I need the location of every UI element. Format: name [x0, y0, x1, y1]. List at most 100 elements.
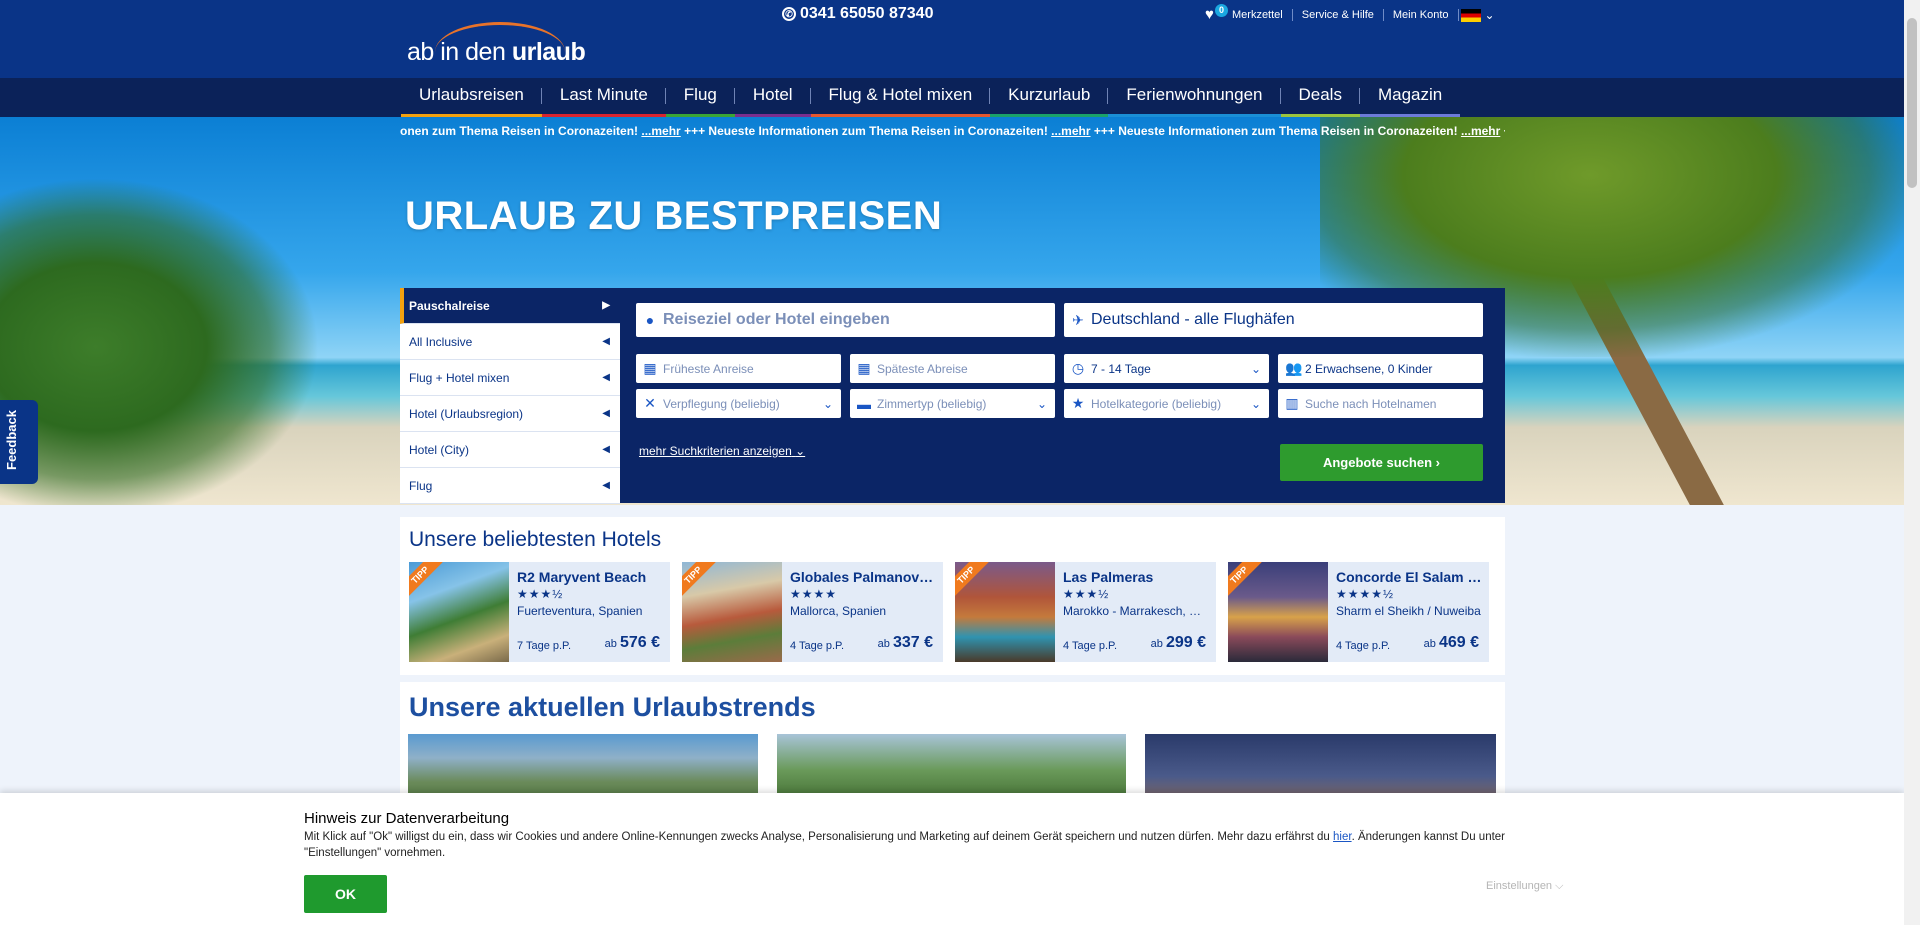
merkzettel-link[interactable]: Merkzettel — [1223, 9, 1293, 21]
ticker-more-link[interactable]: ...mehr — [1461, 124, 1500, 138]
hotel-category-select[interactable]: ★ Hotelkategorie (beliebig) ⌄ — [1064, 389, 1269, 418]
scrollbar-thumb[interactable] — [1907, 18, 1917, 188]
hero-title: URLAUB ZU BESTPREISEN — [405, 194, 943, 238]
cookie-settings-link[interactable]: Einstellungen ⌵ — [1486, 880, 1563, 893]
logo[interactable]: ab in den urlaub — [405, 18, 586, 66]
tipp-badge: TIPP — [409, 562, 443, 598]
airplane-icon: ✈ — [1072, 311, 1084, 328]
chevron-down-icon[interactable]: ⌄ — [1485, 8, 1495, 22]
german-flag-icon[interactable] — [1460, 8, 1481, 22]
popular-hotels-section: Unsere beliebtesten Hotels TIPP R2 Maryv… — [400, 517, 1505, 675]
board-select[interactable]: ✕ Verpflegung (beliebig) ⌄ — [636, 389, 841, 418]
hotel-name: Las Palmeras — [1063, 569, 1154, 585]
tab-hotel-city[interactable]: Hotel (City) ◀ — [400, 432, 620, 468]
cookie-info-link[interactable]: hier — [1333, 831, 1352, 843]
hotel-stars: ★★★★ — [790, 587, 838, 601]
hotel-location: Marokko - Marrakesch, Marokko — [1063, 604, 1211, 618]
chevron-down-icon: ⌄ — [1250, 361, 1261, 376]
hotel-duration: 4 Tage p.P. — [1336, 640, 1391, 652]
nav-urlaubsreisen[interactable]: Urlaubsreisen — [401, 78, 542, 117]
hotel-image: TIPP — [409, 562, 509, 662]
hotel-price: ab 469 € — [1423, 634, 1479, 651]
departure-airport-input[interactable]: ✈ Deutschland - alle Flughäfen — [1064, 303, 1483, 337]
hotel-name: Concorde El Salam Sharm — [1336, 569, 1484, 585]
phone-icon: ✆ — [782, 7, 796, 21]
latest-date-input[interactable]: ▦ Späteste Abreise — [850, 354, 1055, 383]
search-offers-button[interactable]: Angebote suchen › — [1280, 444, 1483, 481]
scrollbar[interactable] — [1904, 0, 1920, 925]
phone-number: 0341 65050 87340 — [800, 5, 934, 22]
stars-icon: ★ — [1071, 395, 1085, 411]
nav-hotel[interactable]: Hotel — [734, 78, 811, 117]
hotel-stars: ★★★★½ — [1336, 587, 1395, 601]
tab-all-inclusive[interactable]: All Inclusive ◀ — [400, 324, 620, 360]
hotel-card[interactable]: TIPP Las Palmeras ★★★½ Marokko - Marrake… — [955, 562, 1216, 662]
ticker-more-link[interactable]: ...mehr — [641, 124, 680, 138]
cookie-banner: Hinweis zur Datenverarbeitung Mit Klick … — [0, 793, 1904, 925]
destination-input[interactable]: ● Reiseziel oder Hotel eingeben — [636, 303, 1055, 337]
hotel-price: ab 576 € — [604, 634, 660, 651]
hotel-card[interactable]: TIPP Globales Palmanova Palace ★★★★ Mall… — [682, 562, 943, 662]
cutlery-icon: ✕ — [644, 395, 656, 411]
feedback-tab[interactable]: Feedback — [0, 400, 38, 484]
hotel-stars: ★★★½ — [517, 587, 564, 601]
heart-icon[interactable]: ♥ 0 — [1205, 4, 1228, 23]
hotel-name: R2 Maryvent Beach — [517, 569, 647, 585]
nav-flug[interactable]: Flug — [665, 78, 735, 117]
room-type-select[interactable]: ▬ Zimmertyp (beliebig) ⌄ — [850, 389, 1055, 418]
bed-icon: ▬ — [857, 395, 871, 412]
nav-flug-hotel-mixen[interactable]: Flug & Hotel mixen — [810, 78, 991, 117]
hotel-image: TIPP — [955, 562, 1055, 662]
tab-pauschalreise[interactable]: Pauschalreise ▶ — [400, 288, 620, 324]
hotel-duration: 4 Tage p.P. — [1063, 640, 1118, 652]
travelers-select[interactable]: 👥 2 Erwachsene, 0 Kinder — [1278, 354, 1483, 383]
chevron-right-icon: › — [1435, 455, 1441, 470]
hotel-price: ab 337 € — [877, 634, 933, 651]
main-nav: Urlaubsreisen Last Minute Flug Hotel Flu… — [0, 78, 1904, 117]
hotel-duration: 4 Tage p.P. — [790, 640, 845, 652]
people-icon: 👥 — [1285, 360, 1303, 376]
tab-hotel-urlaubsregion[interactable]: Hotel (Urlaubsregion) ◀ — [400, 396, 620, 432]
nav-magazin[interactable]: Magazin — [1359, 78, 1461, 117]
hotel-card[interactable]: TIPP Concorde El Salam Sharm ★★★★½ Sharm… — [1228, 562, 1489, 662]
tipp-badge: TIPP — [682, 562, 716, 598]
duration-select[interactable]: ◷ 7 - 14 Tage ⌄ — [1064, 354, 1269, 383]
calendar-icon: ▦ — [643, 360, 657, 376]
hotel-location: Mallorca, Spanien — [790, 604, 887, 618]
cookie-ok-button[interactable]: OK — [304, 875, 387, 913]
top-header: ab in den urlaub ✆ 0341 65050 87340 ♥ 0 M… — [0, 0, 1904, 78]
chevron-down-icon: ⌄ — [1036, 396, 1047, 411]
tipp-badge: TIPP — [955, 562, 989, 598]
chevron-down-icon: ⌄ — [795, 444, 806, 458]
service-link[interactable]: Service & Hilfe — [1293, 9, 1384, 21]
nav-last-minute[interactable]: Last Minute — [541, 78, 666, 117]
hotel-image: TIPP — [682, 562, 782, 662]
chevron-down-icon: ⌄ — [1250, 396, 1261, 411]
hotel-name-input[interactable]: ▥ Suche nach Hotelnamen — [1278, 389, 1483, 418]
hotel-stars: ★★★½ — [1063, 587, 1110, 601]
hotline[interactable]: ✆ 0341 65050 87340 — [782, 5, 933, 23]
hotel-location: Fuerteventura, Spanien — [517, 604, 643, 618]
tipp-badge: TIPP — [1228, 562, 1262, 598]
hotel-duration: 7 Tage p.P. — [517, 640, 572, 652]
hotel-price: ab 299 € — [1150, 634, 1206, 651]
tab-flug[interactable]: Flug ◀ — [400, 468, 620, 504]
cookie-text: Mit Klick auf "Ok" willigst du ein, dass… — [304, 831, 1506, 859]
search-type-menu: Pauschalreise ▶ All Inclusive ◀ Flug + Hot… — [400, 288, 620, 504]
section-title: Unsere beliebtesten Hotels — [409, 528, 662, 551]
search-panel: Pauschalreise ▶ All Inclusive ◀ Flug + Hot… — [400, 288, 1505, 504]
more-criteria-link[interactable]: mehr Suchkriterien anzeigen ⌄ — [639, 444, 805, 458]
calendar-icon: ▦ — [857, 360, 871, 376]
earliest-date-input[interactable]: ▦ Früheste Anreise — [636, 354, 841, 383]
nav-kurzurlaub[interactable]: Kurzurlaub — [990, 78, 1109, 117]
hotel-card[interactable]: TIPP R2 Maryvent Beach ★★★½ Fuerteventur… — [409, 562, 670, 662]
nav-ferienwohnungen[interactable]: Ferienwohnungen — [1108, 78, 1281, 117]
clock-icon: ◷ — [1071, 360, 1085, 376]
location-pin-icon: ● — [645, 312, 655, 328]
nav-deals[interactable]: Deals — [1280, 78, 1361, 117]
hero-image-palms-left — [0, 177, 320, 505]
ticker-more-link[interactable]: ...mehr — [1051, 124, 1090, 138]
account-link[interactable]: Mein Konto — [1384, 9, 1459, 21]
tab-flug-hotel-mixen[interactable]: Flug + Hotel mixen ◀ — [400, 360, 620, 396]
chevron-down-icon: ⌄ — [822, 396, 833, 411]
